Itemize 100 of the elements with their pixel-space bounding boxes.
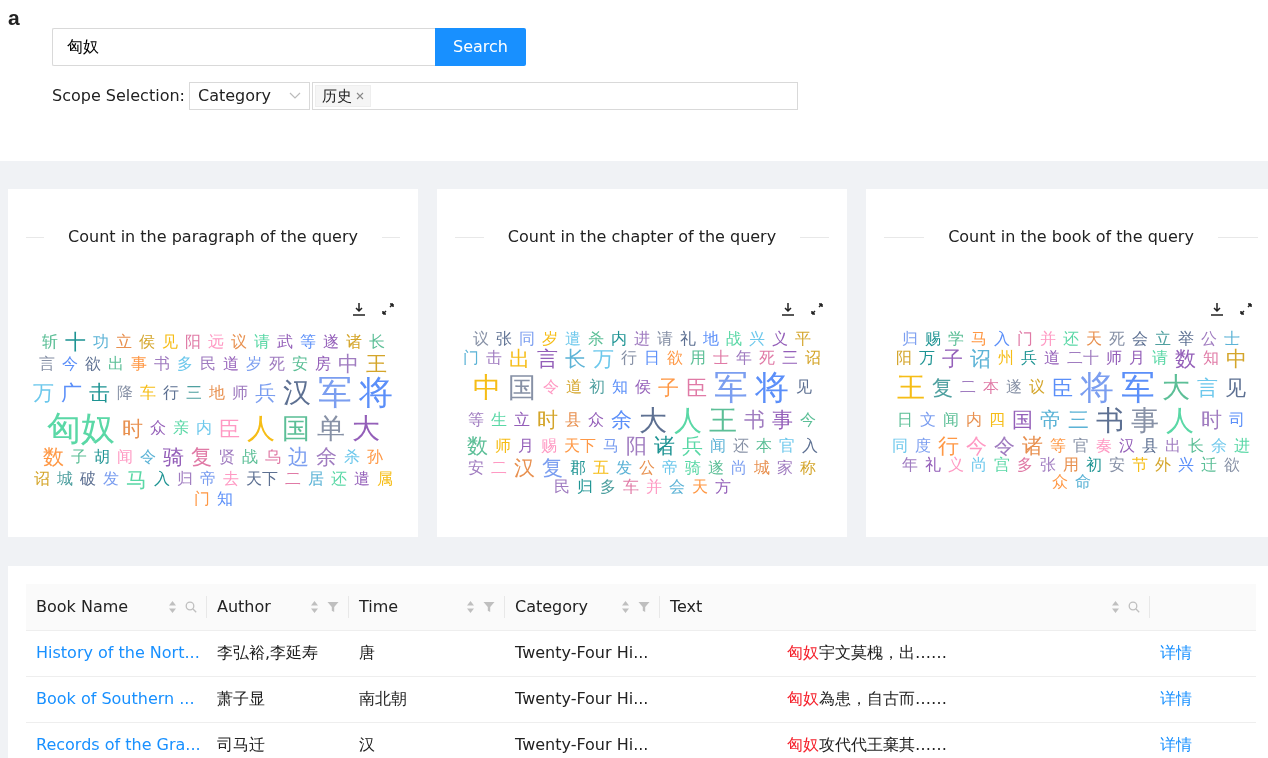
close-icon[interactable] <box>355 92 364 100</box>
cloud-word: 房 <box>315 355 331 373</box>
sort-icon[interactable] <box>621 599 630 614</box>
cloud-word: 侯 <box>634 379 651 397</box>
text-snippet: 匈奴宇文莫槐，出…… <box>787 643 947 662</box>
search-icon[interactable] <box>1128 600 1140 613</box>
details-link[interactable]: 详情 <box>1160 735 1192 754</box>
cloud-word: 天下 <box>245 471 278 488</box>
cloud-word: 日 <box>897 411 913 429</box>
cloud-word: 破 <box>79 471 96 488</box>
cloud-word: 闻 <box>943 411 959 429</box>
book-link[interactable]: Book of Southern ... <box>36 689 195 708</box>
text-snippet: 匈奴為患，自古而…… <box>787 689 947 708</box>
cloud-word: 二 <box>959 379 976 397</box>
cloud-word: 今 <box>62 355 78 373</box>
cloud-word: 遣 <box>565 331 581 348</box>
cloud-word: 军 <box>318 375 352 411</box>
cloud-word: 师 <box>494 437 511 455</box>
cloud-word: 言 <box>39 355 55 373</box>
chevron-down-icon <box>288 92 301 100</box>
cloud-word: 师 <box>232 384 248 402</box>
cloud-word: 二 <box>284 471 301 488</box>
cloud-word: 家 <box>777 459 793 477</box>
cloud-word: 天下 <box>563 437 596 455</box>
cloud-word: 门 <box>1017 331 1033 348</box>
cloud-word: 道 <box>1043 350 1060 368</box>
tag[interactable]: 历史 <box>314 85 371 107</box>
details-link[interactable]: 详情 <box>1160 689 1192 708</box>
cloud-word: 马 <box>602 437 619 455</box>
cloud-word: 闻 <box>117 449 133 466</box>
sort-icon[interactable] <box>310 599 319 614</box>
cloud-word: 本 <box>755 437 772 455</box>
category-select[interactable]: Category <box>188 82 310 110</box>
cloud-word: 天 <box>691 479 708 496</box>
cloud-word: 遣 <box>353 471 370 488</box>
cloud-word: 平 <box>795 331 811 348</box>
cloud-word: 兵 <box>1020 350 1037 368</box>
cloud-word: 数 <box>466 434 488 457</box>
cloud-word: 议 <box>473 331 489 348</box>
cloud-word: 还 <box>732 437 749 455</box>
cloud-word: 复 <box>542 456 563 479</box>
sort-icon[interactable] <box>168 599 177 614</box>
sort-icon[interactable] <box>466 599 475 614</box>
cloud-word: 击 <box>89 381 110 404</box>
cloud-word: 出 <box>1165 437 1181 455</box>
cloud-word: 令 <box>994 434 1015 457</box>
table-cell: Twenty-Four Hi... <box>505 722 660 758</box>
cloud-word: 奏 <box>1096 437 1112 455</box>
details-link[interactable]: 详情 <box>1160 643 1192 662</box>
cloud-word: 内 <box>195 420 212 437</box>
scope-label: Scope Selection: <box>52 85 185 107</box>
table-cell: Twenty-Four Hi... <box>505 676 660 722</box>
book-link[interactable]: Records of the Gra... <box>36 735 201 754</box>
cloud-word: 军 <box>713 369 748 406</box>
table-cell: 李弘裕,李延寿 <box>207 630 349 676</box>
cloud-word: 国 <box>1012 409 1033 432</box>
cloud-word: 县 <box>565 411 581 429</box>
cloud-word: 三 <box>1068 409 1089 432</box>
cloud-word: 归 <box>902 331 918 348</box>
cloud-word: 将 <box>1079 369 1114 406</box>
tag-field[interactable]: 历史 <box>311 82 798 110</box>
filter-icon[interactable] <box>483 600 495 613</box>
cloud-word: 贤 <box>219 449 235 466</box>
cloud-word: 国 <box>507 373 536 403</box>
cloud-word: 官 <box>778 437 795 455</box>
book-link[interactable]: History of the Nort... <box>36 643 200 662</box>
cloud-word: 安 <box>468 459 484 477</box>
cloud-word: 居 <box>307 471 324 488</box>
table-cell: 唐 <box>349 630 505 676</box>
cloud-word: 民 <box>200 355 216 373</box>
search-icon[interactable] <box>185 600 197 613</box>
table-cell: 汉 <box>349 722 505 758</box>
cloud-word: 立 <box>1155 331 1171 348</box>
column-header: Text <box>670 595 703 618</box>
cloud-word: 士 <box>713 350 729 368</box>
cloud-word: 诸 <box>1022 434 1043 457</box>
cloud-word: 归 <box>176 471 193 488</box>
cloud-word: 余 <box>1211 437 1227 455</box>
search-button[interactable]: Search <box>435 28 526 66</box>
cloud-word: 并 <box>1040 331 1056 348</box>
cloud-word: 战 <box>242 449 258 466</box>
cloud-word: 议 <box>1028 379 1045 397</box>
table-cell: 南北朝 <box>349 676 505 722</box>
cloud-word: 用 <box>690 350 706 368</box>
cloud-word: 县 <box>1142 437 1158 455</box>
search-field[interactable]: 匈奴 <box>52 28 435 66</box>
cloud-word: 中 <box>472 373 501 403</box>
cloud-word: 死 <box>269 355 285 373</box>
figure-label: a <box>8 5 20 31</box>
cloud-word: 会 <box>668 479 685 496</box>
cloud-word: 初 <box>1086 456 1102 474</box>
cloud-word: 汉 <box>514 456 535 479</box>
cloud-word: 尚 <box>971 456 987 474</box>
cloud-word: 用 <box>1063 456 1079 474</box>
filter-icon[interactable] <box>327 600 339 613</box>
cloud-word: 举 <box>1178 331 1194 348</box>
sort-icon[interactable] <box>1111 599 1120 614</box>
filter-icon[interactable] <box>638 600 650 613</box>
cloud-word: 人 <box>674 405 702 435</box>
cloud-word: 月 <box>1128 350 1145 368</box>
